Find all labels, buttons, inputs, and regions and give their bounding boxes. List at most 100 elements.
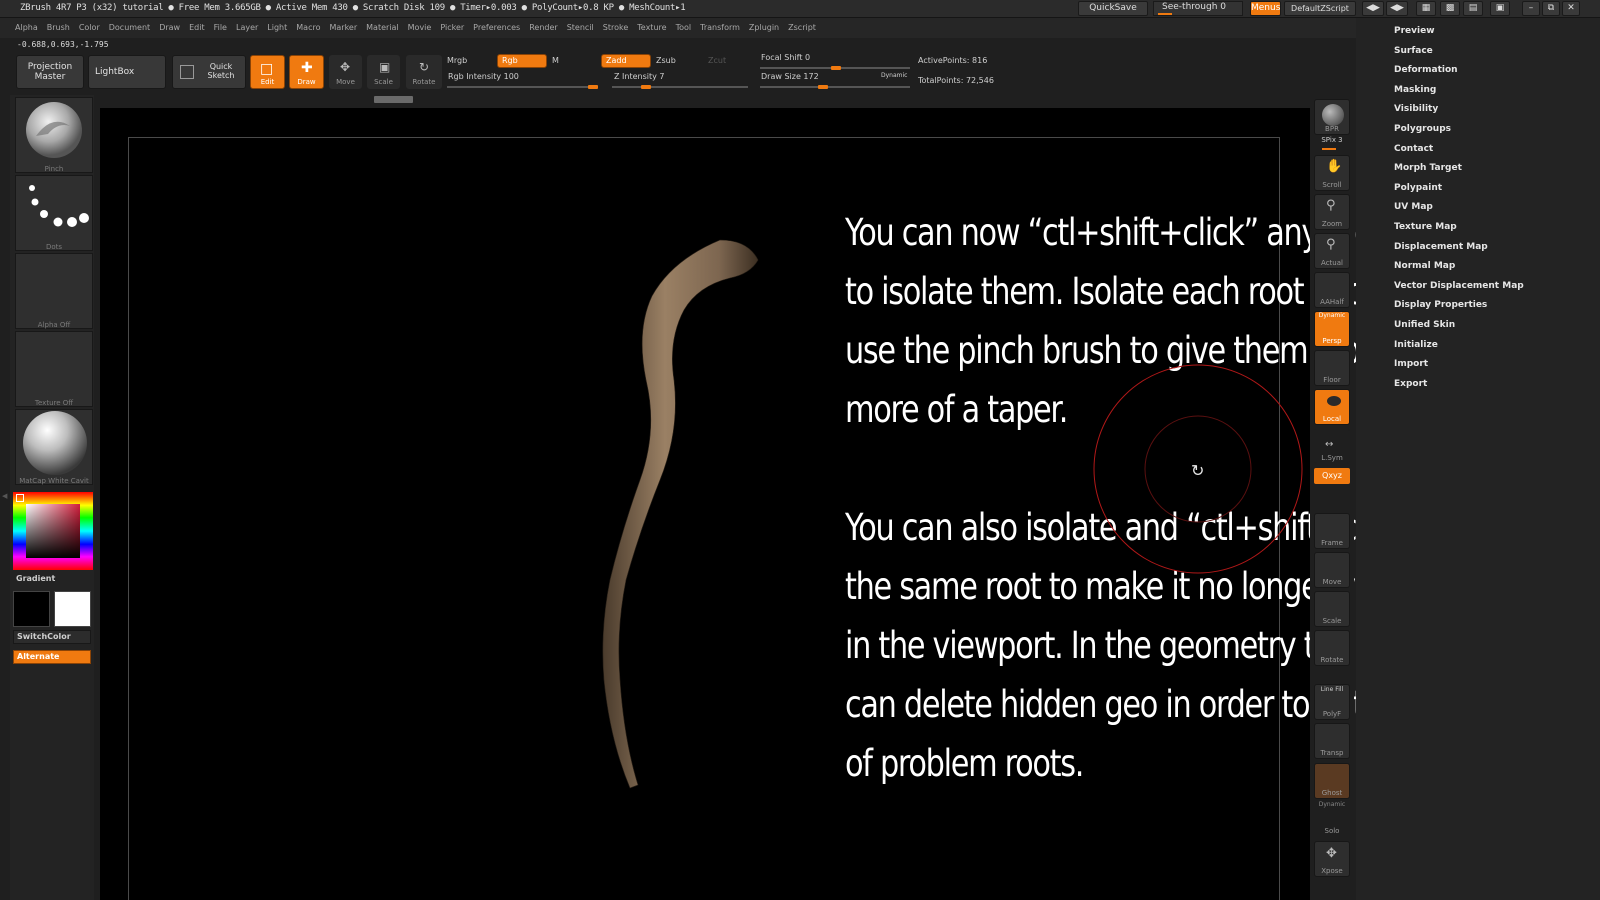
menu-item-document[interactable]: Document <box>109 18 150 38</box>
tool-subpalette-surface[interactable]: Surface <box>1394 46 1433 56</box>
scale-mode-button[interactable]: ▣ Scale <box>367 55 400 89</box>
layout-icon[interactable]: ▦ <box>1416 1 1436 16</box>
stroke-selector[interactable]: Dots <box>15 175 93 251</box>
rgb-intensity-slider[interactable]: Rgb Intensity 100 <box>447 72 600 90</box>
menu-item-color[interactable]: Color <box>79 18 100 38</box>
zsub-button[interactable]: Zsub <box>656 56 676 65</box>
default-zscript-button[interactable]: DefaultZScript <box>1284 1 1356 16</box>
lsym-button[interactable]: ↔ L.Sym <box>1314 428 1350 464</box>
ghost-button[interactable]: Ghost <box>1314 763 1350 799</box>
quick-sketch-button[interactable]: Quick Sketch <box>172 55 246 89</box>
menu-item-macro[interactable]: Macro <box>296 18 320 38</box>
solo-button[interactable]: Solo <box>1314 801 1350 837</box>
menu-item-texture[interactable]: Texture <box>637 18 666 38</box>
floor-button[interactable]: Floor <box>1314 350 1350 386</box>
menus-button[interactable]: Menus <box>1250 1 1281 16</box>
material-selector[interactable]: MatCap White Cavit <box>15 409 93 485</box>
menu-item-edit[interactable]: Edit <box>189 18 205 38</box>
tool-subpalette-normal-map[interactable]: Normal Map <box>1394 261 1455 271</box>
zoom-button[interactable]: ⚲ Zoom <box>1314 194 1350 230</box>
move-mode-button[interactable]: ✥ Move <box>329 55 362 89</box>
brush-selector[interactable]: Pinch <box>15 97 93 173</box>
minimize-icon[interactable]: – <box>1522 1 1540 16</box>
frame-button[interactable]: Frame <box>1314 513 1350 549</box>
tool-subpalette-morph-target[interactable]: Morph Target <box>1394 163 1462 173</box>
menu-item-material[interactable]: Material <box>366 18 399 38</box>
arrows-right-icon[interactable]: ◀▶ <box>1386 1 1408 16</box>
collapse-left-icon[interactable]: ◀ <box>2 492 7 500</box>
tool-subpalette-preview[interactable]: Preview <box>1394 26 1435 36</box>
menu-item-stencil[interactable]: Stencil <box>567 18 594 38</box>
rotate-view-button[interactable]: Rotate <box>1314 630 1350 666</box>
local-button[interactable]: Local <box>1314 389 1350 425</box>
menu-item-tool[interactable]: Tool <box>676 18 692 38</box>
menu-item-stroke[interactable]: Stroke <box>603 18 629 38</box>
tool-subpalette-displacement-map[interactable]: Displacement Map <box>1394 242 1488 252</box>
tool-subpalette-contact[interactable]: Contact <box>1394 144 1433 154</box>
actual-button[interactable]: ⚲ Actual <box>1314 233 1350 269</box>
lightbox-button[interactable]: LightBox <box>88 55 166 89</box>
scroll-button[interactable]: ✋ Scroll <box>1314 155 1350 191</box>
quicksave-button[interactable]: QuickSave <box>1078 1 1148 16</box>
switch-color-button[interactable]: SwitchColor <box>13 630 91 644</box>
spix-slider[interactable]: SPix 3 <box>1314 136 1350 150</box>
polyf-button[interactable]: Line Fill PolyF <box>1314 684 1350 720</box>
tool-subpalette-polypaint[interactable]: Polypaint <box>1394 183 1442 193</box>
texture-selector[interactable]: Texture Off <box>15 331 93 407</box>
rotate-mode-button[interactable]: ↻ Rotate <box>406 55 442 89</box>
menu-item-zscript[interactable]: Zscript <box>788 18 816 38</box>
mrgb-button[interactable]: Mrgb <box>447 56 467 65</box>
tool-subpalette-unified-skin[interactable]: Unified Skin <box>1394 320 1455 330</box>
menu-item-movie[interactable]: Movie <box>408 18 432 38</box>
alpha-selector[interactable]: Alpha Off <box>15 253 93 329</box>
menu-item-file[interactable]: File <box>214 18 227 38</box>
save-layout-icon[interactable]: ▩ <box>1440 1 1460 16</box>
menu-item-zplugin[interactable]: Zplugin <box>749 18 779 38</box>
lock-icon[interactable]: ▣ <box>1490 1 1510 16</box>
help-icon[interactable]: ▤ <box>1463 1 1483 16</box>
alternate-button[interactable]: Alternate <box>13 650 91 664</box>
menu-item-alpha[interactable]: Alpha <box>15 18 38 38</box>
menu-item-light[interactable]: Light <box>267 18 287 38</box>
tool-subpalette-texture-map[interactable]: Texture Map <box>1394 222 1457 232</box>
rgb-button[interactable]: Rgb <box>497 54 547 68</box>
aahalf-button[interactable]: AAHalf <box>1314 272 1350 308</box>
menu-item-marker[interactable]: Marker <box>329 18 357 38</box>
see-through-slider[interactable]: See-through 0 <box>1153 1 1243 16</box>
menu-item-render[interactable]: Render <box>529 18 557 38</box>
menu-item-transform[interactable]: Transform <box>700 18 740 38</box>
projection-master-button[interactable]: Projection Master <box>16 55 84 89</box>
restore-icon[interactable]: ⧉ <box>1542 1 1560 16</box>
draw-mode-button[interactable]: ✚ Draw <box>289 55 324 89</box>
primary-color-swatch[interactable] <box>13 591 50 627</box>
draw-size-slider[interactable]: Draw Size 172 Dynamic <box>760 72 912 90</box>
tool-subpalette-visibility[interactable]: Visibility <box>1394 104 1438 114</box>
tool-subpalette-export[interactable]: Export <box>1394 379 1427 389</box>
tool-subpalette-uv-map[interactable]: UV Map <box>1394 202 1433 212</box>
zcut-button[interactable]: Zcut <box>708 56 726 65</box>
tool-subpalette-masking[interactable]: Masking <box>1394 85 1436 95</box>
menu-item-brush[interactable]: Brush <box>47 18 70 38</box>
scale-view-button[interactable]: Scale <box>1314 591 1350 627</box>
bpr-button[interactable]: BPR <box>1314 99 1350 135</box>
edit-mode-button[interactable]: □ Edit <box>250 55 285 89</box>
close-icon[interactable]: ✕ <box>1562 1 1580 16</box>
tool-subpalette-vector-displacement-map[interactable]: Vector Displacement Map <box>1394 281 1524 291</box>
xpose-button[interactable]: ✥ Xpose <box>1314 841 1350 877</box>
transp-button[interactable]: Transp <box>1314 723 1350 759</box>
tool-subpalette-polygroups[interactable]: Polygroups <box>1394 124 1451 134</box>
horizontal-scrollbar[interactable] <box>374 96 413 103</box>
tool-subpalette-display-properties[interactable]: Display Properties <box>1394 300 1487 310</box>
secondary-color-swatch[interactable] <box>54 591 91 627</box>
menu-item-draw[interactable]: Draw <box>159 18 180 38</box>
focal-shift-slider[interactable]: Focal Shift 0 <box>760 53 912 71</box>
gradient-label[interactable]: Gradient <box>16 574 55 583</box>
xyz-button[interactable]: Qxyz <box>1314 468 1350 484</box>
color-picker[interactable] <box>13 492 93 570</box>
menu-item-picker[interactable]: Picker <box>440 18 464 38</box>
dynamic-toggle[interactable]: Dynamic <box>881 72 907 79</box>
menu-item-preferences[interactable]: Preferences <box>473 18 520 38</box>
menu-item-layer[interactable]: Layer <box>236 18 258 38</box>
m-button[interactable]: M <box>552 56 559 65</box>
arrows-left-icon[interactable]: ◀▶ <box>1362 1 1384 16</box>
